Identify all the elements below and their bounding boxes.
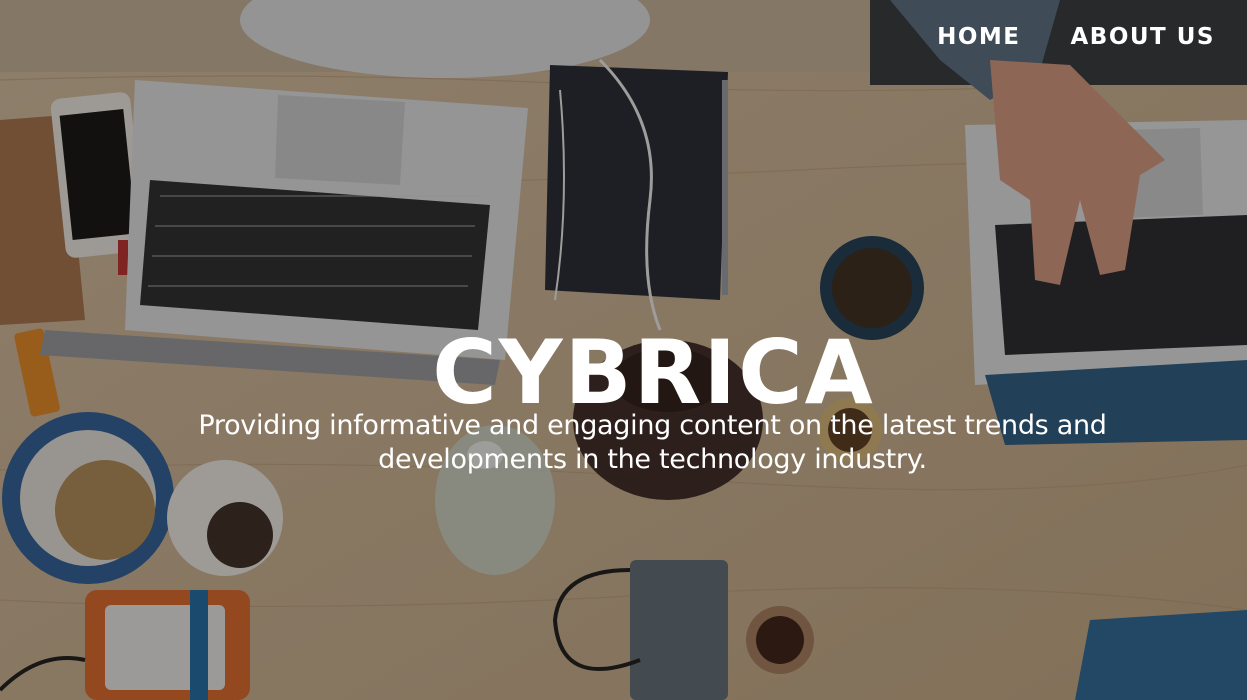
nav-link-about-us[interactable]: ABOUT US xyxy=(1071,24,1216,50)
site-tagline: Providing informative and engaging conte… xyxy=(198,410,1107,475)
top-navigation: HOME ABOUT US xyxy=(937,24,1215,50)
nav-link-home[interactable]: HOME xyxy=(937,24,1020,50)
